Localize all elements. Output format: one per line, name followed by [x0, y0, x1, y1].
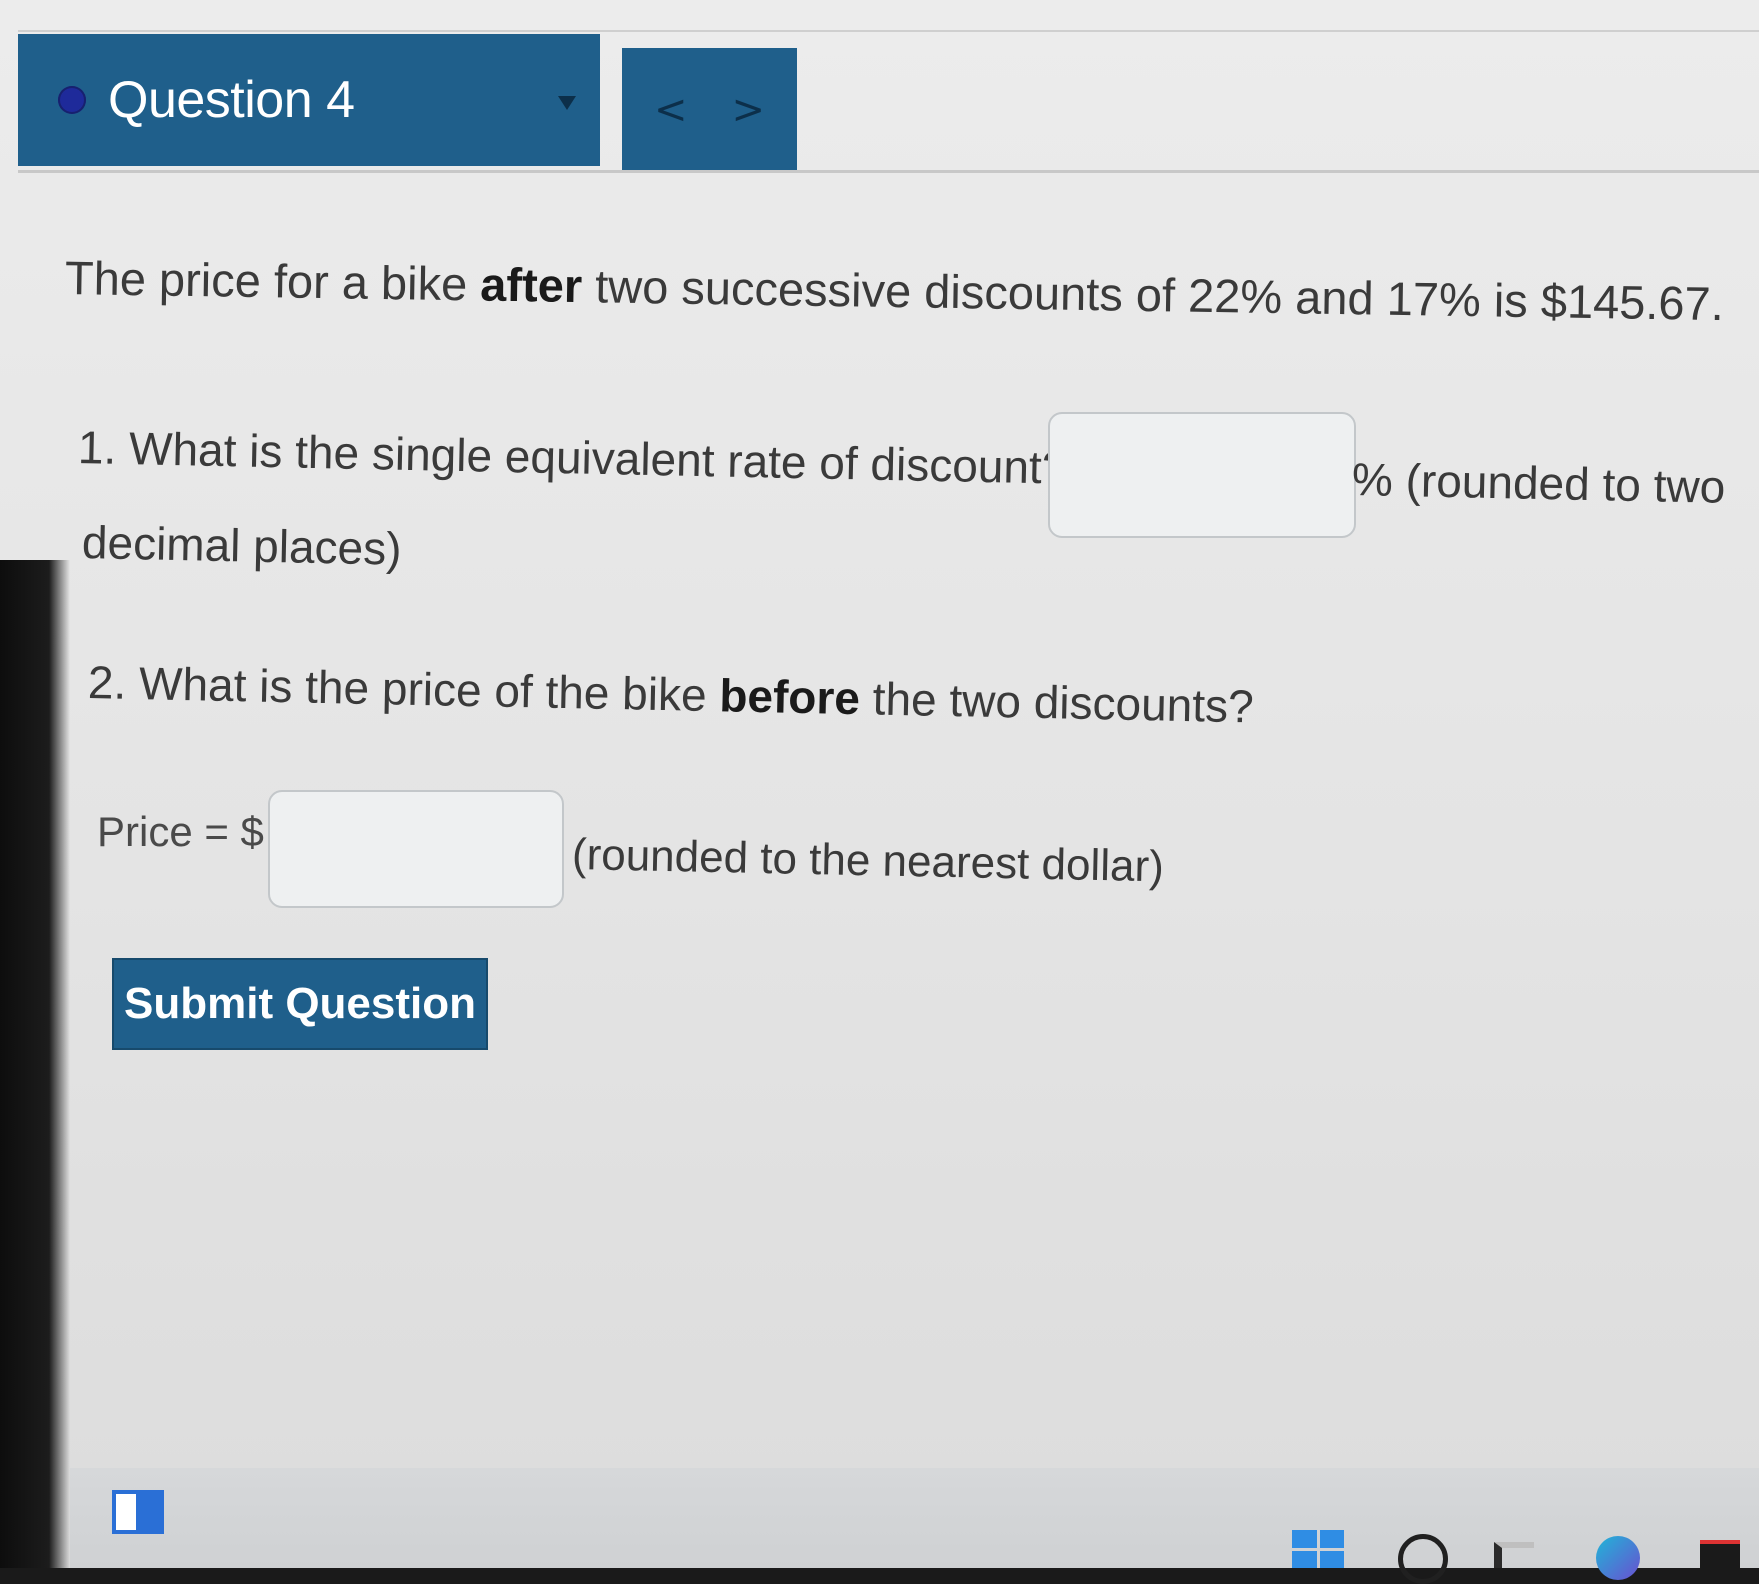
header-divider: [18, 170, 1759, 173]
screen: Question 4 < > The price for a bike afte…: [0, 0, 1759, 1584]
intro-emphasis: after: [479, 257, 583, 313]
search-icon[interactable]: [1398, 1534, 1448, 1584]
q2-text-start: 2. What is the price of the bike: [87, 656, 720, 722]
intro-text-start: The price for a bike: [64, 251, 481, 311]
intro-text-end: two successive discounts of 22% and 17% …: [581, 259, 1725, 331]
previous-question-button[interactable]: <: [654, 87, 688, 133]
app-icon[interactable]: [112, 1490, 164, 1534]
chevron-down-icon: [558, 96, 576, 110]
monitor-bezel: [0, 560, 70, 1568]
question-1-text: 1. What is the single equivalent rate of…: [77, 421, 1068, 494]
status-dot-icon: [58, 86, 86, 114]
task-view-icon[interactable]: [1494, 1542, 1534, 1568]
question-selector-dropdown[interactable]: Question 4: [18, 34, 600, 166]
question-2-text: 2. What is the price of the bike before …: [87, 655, 1254, 733]
q2-emphasis: before: [718, 669, 861, 725]
windows-start-icon[interactable]: [1292, 1530, 1344, 1568]
question-title: Question 4: [108, 71, 355, 129]
problem-statement: The price for a bike after two successiv…: [65, 250, 1746, 331]
top-divider: [18, 30, 1759, 32]
question-navigation: < >: [622, 48, 797, 172]
next-question-button[interactable]: >: [732, 87, 766, 133]
q2-text-end: the two discounts?: [859, 672, 1255, 733]
discount-rate-input[interactable]: [1048, 412, 1356, 538]
price-label: Price = $: [97, 808, 264, 855]
submit-question-button[interactable]: Submit Question: [112, 958, 488, 1050]
edge-browser-icon[interactable]: [1596, 1536, 1640, 1580]
price-suffix: (rounded to the nearest dollar): [571, 830, 1165, 892]
rate-suffix: % (rounded to two: [1351, 453, 1726, 513]
question-1-continuation: decimal places): [81, 516, 403, 575]
price-input[interactable]: [268, 790, 564, 908]
store-icon[interactable]: [1700, 1540, 1740, 1572]
